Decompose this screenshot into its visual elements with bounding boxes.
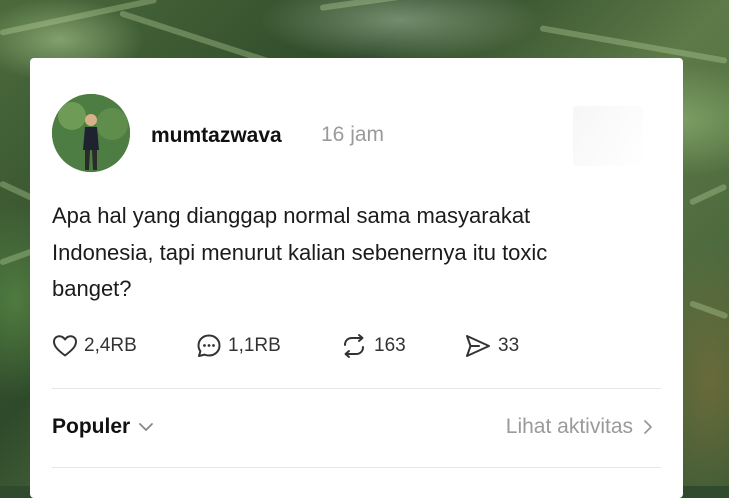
divider [52, 388, 661, 389]
sort-dropdown[interactable]: Populer [52, 415, 154, 439]
share-count: 33 [498, 335, 520, 356]
post-text: Apa hal yang dianggap normal sama masyar… [52, 203, 548, 301]
sort-label: Populer [52, 415, 131, 438]
share-button[interactable]: 33 [464, 333, 519, 359]
heart-icon [53, 335, 77, 357]
username[interactable]: mumtazwava [151, 124, 282, 148]
watermark-mark [573, 106, 643, 166]
reply-button[interactable]: 1,1RB [196, 333, 281, 359]
thread-post-card: mumtazwava 16 jam Apa hal yang dianggap … [30, 58, 683, 498]
chevron-down-icon [139, 423, 154, 431]
comment-icon [197, 334, 221, 357]
divider [52, 467, 661, 468]
repost-icon [344, 334, 364, 358]
repost-button[interactable]: 163 [340, 333, 406, 359]
like-button[interactable]: 2,4RB [52, 333, 137, 359]
view-activity-link[interactable]: Lihat aktivitas [506, 415, 653, 439]
repost-count: 163 [374, 335, 406, 356]
post-timestamp: 16 jam [321, 123, 385, 146]
chevron-right-icon [644, 420, 652, 434]
send-icon [466, 335, 490, 357]
avatar[interactable] [52, 94, 130, 172]
reply-count: 1,1RB [228, 335, 281, 356]
like-count: 2,4RB [84, 335, 137, 356]
activity-label: Lihat aktivitas [505, 415, 633, 438]
